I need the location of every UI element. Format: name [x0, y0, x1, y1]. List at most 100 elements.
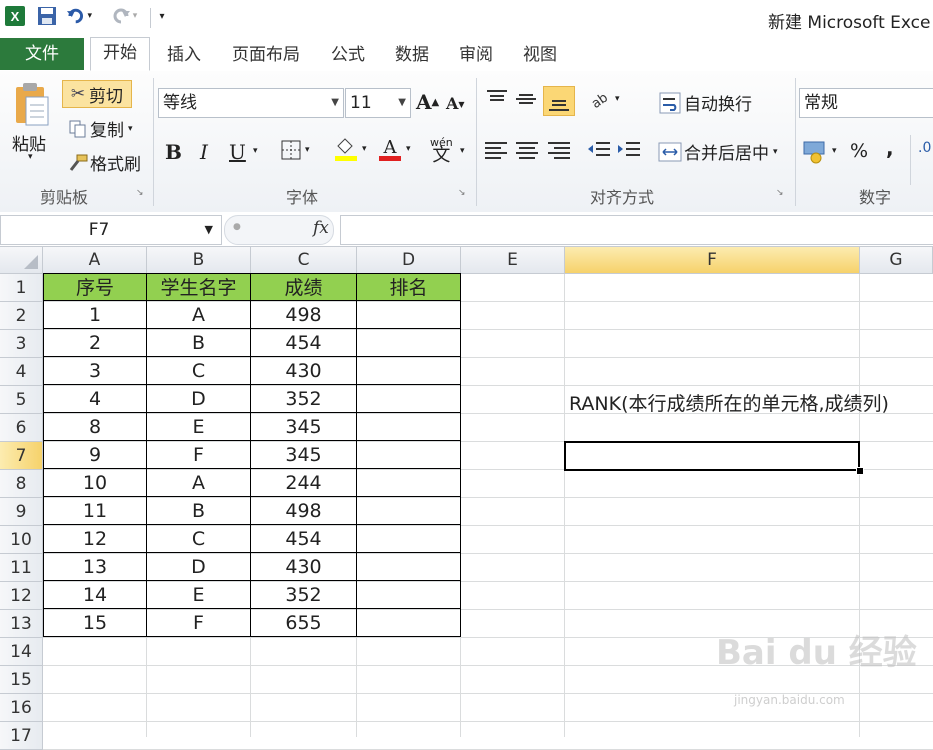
cell-d13[interactable] [357, 609, 461, 637]
formula-hint-text[interactable]: RANK(本行成绩所在的单元格,成绩列) [569, 390, 889, 418]
cell-b2[interactable]: A [147, 301, 251, 329]
cell-a11[interactable]: 13 [43, 553, 147, 581]
tab-insert[interactable]: 插入 [158, 40, 210, 71]
tab-file[interactable]: 文件 [0, 38, 84, 70]
fill-color-button[interactable]: ▾ [334, 136, 367, 162]
clipboard-launcher-icon[interactable]: ↘ [136, 188, 144, 198]
name-box[interactable]: F7 ▼ [0, 215, 222, 245]
row-header-4[interactable]: 4 [0, 358, 43, 386]
cell-b1[interactable]: 学生名字 [147, 273, 251, 301]
align-top-icon[interactable] [485, 88, 509, 110]
merge-center-button[interactable]: 合并后居中 ▾ [656, 139, 778, 164]
row-header-15[interactable]: 15 [0, 666, 43, 694]
font-launcher-icon[interactable]: ↘ [458, 188, 466, 198]
cell-d8[interactable] [357, 469, 461, 497]
cell-b7[interactable]: F [147, 441, 251, 469]
copy-dropdown-icon[interactable]: ▾ [128, 124, 133, 134]
increase-indent-icon[interactable] [616, 139, 642, 161]
tab-view[interactable]: 视图 [514, 40, 566, 71]
cell-b11[interactable]: D [147, 553, 251, 581]
row-header-2[interactable]: 2 [0, 302, 43, 330]
cell-b5[interactable]: D [147, 385, 251, 413]
cell-a7[interactable]: 9 [43, 441, 147, 469]
column-header-e[interactable]: E [461, 247, 565, 274]
cell-d7[interactable] [357, 441, 461, 469]
cell-a5[interactable]: 4 [43, 385, 147, 413]
cell-a6[interactable]: 8 [43, 413, 147, 441]
font-color-button[interactable]: A ▾ [378, 136, 411, 162]
cell-a4[interactable]: 3 [43, 357, 147, 385]
cell-b3[interactable]: B [147, 329, 251, 357]
align-right-icon[interactable] [546, 139, 572, 161]
row-header-16[interactable]: 16 [0, 694, 43, 722]
cell-c9[interactable]: 498 [251, 497, 357, 525]
align-left-icon[interactable] [483, 139, 509, 161]
redo-icon[interactable]: ▾ [110, 5, 138, 27]
paste-icon[interactable] [10, 80, 54, 128]
underline-button[interactable]: U [229, 140, 246, 164]
increase-decimal-icon[interactable]: .0 [918, 140, 931, 156]
fill-handle[interactable] [856, 467, 864, 475]
cell-d10[interactable] [357, 525, 461, 553]
phonetic-guide-button[interactable]: wén 文 [430, 136, 453, 165]
text-orientation-icon[interactable]: ab ▾ [587, 88, 620, 110]
align-center-icon[interactable] [514, 139, 540, 161]
cell-d3[interactable] [357, 329, 461, 357]
cell-c11[interactable]: 430 [251, 553, 357, 581]
font-size-dropdown[interactable]: 11 ▼ [345, 88, 411, 118]
row-header-7[interactable]: 7 [0, 442, 43, 470]
cell-d11[interactable] [357, 553, 461, 581]
border-button[interactable]: ▾ [281, 140, 310, 160]
cell-a2[interactable]: 1 [43, 301, 147, 329]
customize-qat-icon[interactable]: ▾ [155, 5, 169, 27]
font-name-dropdown[interactable]: 等线 ▼ [158, 88, 344, 118]
decrease-indent-icon[interactable] [586, 139, 612, 161]
alignment-launcher-icon[interactable]: ↘ [776, 188, 784, 198]
wrap-text-button[interactable]: 自动换行 [656, 90, 752, 115]
cell-b12[interactable]: E [147, 581, 251, 609]
cut-button[interactable]: ✂ 剪切 [62, 80, 132, 108]
cell-a9[interactable]: 11 [43, 497, 147, 525]
row-header-13[interactable]: 13 [0, 610, 43, 638]
row-header-1[interactable]: 1 [0, 274, 43, 302]
underline-dropdown-icon[interactable]: ▾ [253, 146, 258, 156]
column-header-f[interactable]: F [565, 247, 860, 274]
cell-d6[interactable] [357, 413, 461, 441]
save-icon[interactable] [35, 5, 59, 27]
cell-a10[interactable]: 12 [43, 525, 147, 553]
accounting-format-button[interactable]: ▾ [802, 138, 837, 164]
column-header-a[interactable]: A [43, 247, 147, 274]
cell-b4[interactable]: C [147, 357, 251, 385]
row-header-17[interactable]: 17 [0, 722, 43, 750]
tab-review[interactable]: 审阅 [450, 40, 502, 71]
excel-app-icon[interactable]: X [3, 5, 27, 27]
row-header-9[interactable]: 9 [0, 498, 43, 526]
row-header-5[interactable]: 5 [0, 386, 43, 414]
tab-home[interactable]: 开始 [90, 37, 150, 71]
tab-formulas[interactable]: 公式 [322, 40, 374, 71]
column-header-c[interactable]: C [251, 247, 357, 274]
column-header-b[interactable]: B [147, 247, 251, 274]
row-header-14[interactable]: 14 [0, 638, 43, 666]
cell-c5[interactable]: 352 [251, 385, 357, 413]
cell-c6[interactable]: 345 [251, 413, 357, 441]
cell-c1[interactable]: 成绩 [251, 273, 357, 301]
cell-c2[interactable]: 498 [251, 301, 357, 329]
cell-d1[interactable]: 排名 [357, 273, 461, 301]
cell-d4[interactable] [357, 357, 461, 385]
copy-button[interactable]: 复制 ▾ [66, 116, 133, 141]
cell-b6[interactable]: E [147, 413, 251, 441]
insert-function-icon[interactable]: fx [313, 218, 329, 238]
undo-icon[interactable]: ▾ [66, 5, 92, 27]
cell-c3[interactable]: 454 [251, 329, 357, 357]
tab-page-layout[interactable]: 页面布局 [222, 40, 310, 71]
cell-a8[interactable]: 10 [43, 469, 147, 497]
column-header-d[interactable]: D [357, 247, 461, 274]
cell-c4[interactable]: 430 [251, 357, 357, 385]
percent-button[interactable]: % [850, 140, 868, 162]
tab-data[interactable]: 数据 [386, 40, 438, 71]
align-middle-icon[interactable] [514, 88, 538, 110]
increase-font-size-icon[interactable]: A ▲ [416, 90, 439, 114]
row-header-3[interactable]: 3 [0, 330, 43, 358]
cell-b9[interactable]: B [147, 497, 251, 525]
